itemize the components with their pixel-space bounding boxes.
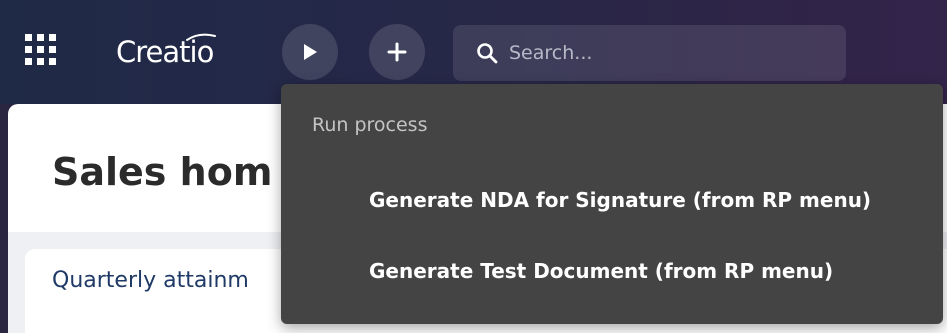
menu-item-label: Generate NDA for Signature (from RP menu… <box>369 188 872 212</box>
page-title: Sales hom <box>52 150 273 194</box>
search-icon <box>475 41 499 65</box>
search-box[interactable] <box>453 25 846 81</box>
widget-title: Quarterly attainm <box>52 268 249 293</box>
run-process-button[interactable] <box>282 24 338 80</box>
menu-item-generate-nda[interactable]: Generate NDA for Signature (from RP menu… <box>281 170 943 230</box>
menu-header: Run process <box>312 114 428 136</box>
logo-swoosh-icon <box>186 33 216 41</box>
menu-item-generate-test-document[interactable]: Generate Test Document (from RP menu) <box>281 241 943 301</box>
apps-grid-icon[interactable] <box>25 34 61 70</box>
menu-item-label: Generate Test Document (from RP menu) <box>369 259 834 283</box>
play-icon <box>304 44 317 60</box>
run-process-menu: Run process Generate NDA for Signature (… <box>281 84 943 324</box>
search-input[interactable] <box>509 42 809 64</box>
plus-icon <box>387 42 407 62</box>
add-button[interactable] <box>369 24 425 80</box>
